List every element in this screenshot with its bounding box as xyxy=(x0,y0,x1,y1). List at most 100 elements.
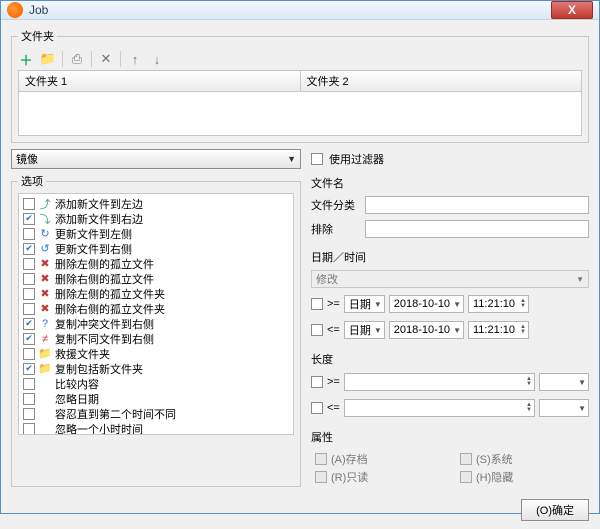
date-lte-date[interactable]: 2018-10-10▼ xyxy=(389,321,464,339)
option-row[interactable]: 忽略一个小时时间 xyxy=(19,421,293,435)
option-label: 添加新文件到左边 xyxy=(55,196,143,212)
option-checkbox[interactable] xyxy=(23,363,35,375)
option-row[interactable]: ✖删除右侧的孤立文件夹 xyxy=(19,301,293,316)
exclude-input[interactable] xyxy=(365,220,589,238)
move-down-icon[interactable]: ↓ xyxy=(149,51,165,67)
option-row[interactable]: ↻更新文件到左侧 xyxy=(19,226,293,241)
folder-col-1[interactable]: 文件夹 1 xyxy=(19,71,301,91)
option-checkbox[interactable] xyxy=(23,288,35,300)
option-row[interactable]: ≠复制不同文件到右侧 xyxy=(19,331,293,346)
option-icon: ≠ xyxy=(38,332,52,346)
length-lte-checkbox[interactable] xyxy=(311,402,323,414)
option-row[interactable]: ⤴添加新文件到左边 xyxy=(19,196,293,211)
option-row[interactable]: 比较内容 xyxy=(19,376,293,391)
option-checkbox[interactable] xyxy=(23,348,35,360)
chevron-down-icon: ▼ xyxy=(453,300,461,309)
option-icon: ✖ xyxy=(38,302,52,316)
option-icon xyxy=(38,407,52,421)
date-gte-date[interactable]: 2018-10-10▼ xyxy=(389,295,464,313)
date-lte-type[interactable]: 日期▼ xyxy=(344,321,385,339)
ok-button[interactable]: (O)确定 xyxy=(521,499,589,521)
right-panel: 使用过滤器 文件名 文件分类 排除 日期／时间 修改 ▼ xyxy=(311,149,589,487)
length-gte-checkbox[interactable] xyxy=(311,376,323,388)
add-folder-icon[interactable]: ＋ xyxy=(18,51,34,67)
option-icon: ⤵ xyxy=(38,212,52,226)
date-gte-time[interactable]: 11:21:10▲▼ xyxy=(468,295,529,313)
option-checkbox[interactable] xyxy=(23,273,35,285)
lower-area: 镜像 ▼ 选项 ⤴添加新文件到左边⤵添加新文件到右边↻更新文件到左侧↺更新文件到… xyxy=(11,149,589,487)
option-checkbox[interactable] xyxy=(23,393,35,405)
option-icon: ✖ xyxy=(38,257,52,271)
option-row[interactable]: ✖删除左侧的孤立文件 xyxy=(19,256,293,271)
option-row[interactable]: ✖删除左侧的孤立文件夹 xyxy=(19,286,293,301)
mode-combo-value: 镜像 xyxy=(16,151,38,167)
date-lte-row: <= 日期▼ 2018-10-10▼ 11:21:10▲▼ xyxy=(311,319,589,341)
attr-readonly-check[interactable] xyxy=(315,471,327,483)
option-checkbox[interactable] xyxy=(23,243,35,255)
option-checkbox[interactable] xyxy=(23,258,35,270)
attr-hidden: (H)隐藏 xyxy=(460,469,585,485)
use-filter-checkbox[interactable] xyxy=(311,153,323,165)
option-label: 删除右侧的孤立文件 xyxy=(55,271,154,287)
date-lte-time[interactable]: 11:21:10▲▼ xyxy=(468,321,529,339)
move-up-icon[interactable]: ↑ xyxy=(127,51,143,67)
left-panel: 镜像 ▼ 选项 ⤴添加新文件到左边⤵添加新文件到右边↻更新文件到左侧↺更新文件到… xyxy=(11,149,301,487)
option-label: 更新文件到右侧 xyxy=(55,241,132,257)
folder-list[interactable] xyxy=(18,92,582,136)
folder-col-2[interactable]: 文件夹 2 xyxy=(301,71,582,91)
open-folder-icon[interactable]: 📁 xyxy=(40,51,56,67)
option-label: 比较内容 xyxy=(55,376,99,392)
option-row[interactable]: ?复制冲突文件到右侧 xyxy=(19,316,293,331)
option-label: 忽略日期 xyxy=(55,391,99,407)
option-icon: ✖ xyxy=(38,287,52,301)
option-row[interactable]: 📁复制包括新文件夹 xyxy=(19,361,293,376)
options-list[interactable]: ⤴添加新文件到左边⤵添加新文件到右边↻更新文件到左侧↺更新文件到右侧✖删除左侧的… xyxy=(18,193,294,435)
file-category-input[interactable] xyxy=(365,196,589,214)
close-button[interactable]: X xyxy=(551,1,593,19)
length-lte-input[interactable]: ▲▼ xyxy=(344,399,535,417)
option-label: 复制不同文件到右侧 xyxy=(55,331,154,347)
datetime-mode-combo[interactable]: 修改 ▼ xyxy=(311,270,589,288)
option-row[interactable]: ⤵添加新文件到右边 xyxy=(19,211,293,226)
delete-icon[interactable]: ✕ xyxy=(98,51,114,67)
option-checkbox[interactable] xyxy=(23,303,35,315)
option-row[interactable]: 容忍直到第二个时间不同 xyxy=(19,406,293,421)
option-row[interactable]: 忽略日期 xyxy=(19,391,293,406)
length-lte-row: <= ▲▼ ▼ xyxy=(311,397,589,419)
attr-archive-check[interactable] xyxy=(315,453,327,465)
length-lte-unit[interactable]: ▼ xyxy=(539,399,589,417)
use-filter-label: 使用过滤器 xyxy=(329,151,384,167)
date-gte-type[interactable]: 日期▼ xyxy=(344,295,385,313)
option-row[interactable]: 📁救援文件夹 xyxy=(19,346,293,361)
length-gte-row: >= ▲▼ ▼ xyxy=(311,371,589,393)
option-row[interactable]: ✖删除右侧的孤立文件 xyxy=(19,271,293,286)
footer: (O)确定 xyxy=(1,495,599,529)
chevron-down-icon: ▼ xyxy=(374,326,382,335)
date-gte-checkbox[interactable] xyxy=(311,298,323,310)
option-icon: ? xyxy=(38,317,52,331)
length-gte-unit[interactable]: ▼ xyxy=(539,373,589,391)
option-checkbox[interactable] xyxy=(23,333,35,345)
chevron-down-icon: ▼ xyxy=(578,378,586,387)
length-section-title: 长度 xyxy=(311,351,589,367)
attr-archive: (A)存档 xyxy=(315,451,440,467)
attr-system-check[interactable] xyxy=(460,453,472,465)
option-checkbox[interactable] xyxy=(23,228,35,240)
mode-combo[interactable]: 镜像 ▼ xyxy=(11,149,301,169)
option-checkbox[interactable] xyxy=(23,318,35,330)
attr-hidden-check[interactable] xyxy=(460,471,472,483)
titlebar: Job X xyxy=(1,1,599,20)
file-category-row: 文件分类 xyxy=(311,195,589,215)
option-checkbox[interactable] xyxy=(23,213,35,225)
date-lte-checkbox[interactable] xyxy=(311,324,323,336)
option-checkbox[interactable] xyxy=(23,408,35,420)
option-checkbox[interactable] xyxy=(23,423,35,435)
option-icon: ↻ xyxy=(38,227,52,241)
option-checkbox[interactable] xyxy=(23,378,35,390)
print-icon[interactable]: ⎙ xyxy=(69,51,85,67)
app-icon xyxy=(7,2,23,18)
length-gte-input[interactable]: ▲▼ xyxy=(344,373,535,391)
option-checkbox[interactable] xyxy=(23,198,35,210)
datetime-mode-row: 修改 ▼ xyxy=(311,269,589,289)
option-row[interactable]: ↺更新文件到右侧 xyxy=(19,241,293,256)
